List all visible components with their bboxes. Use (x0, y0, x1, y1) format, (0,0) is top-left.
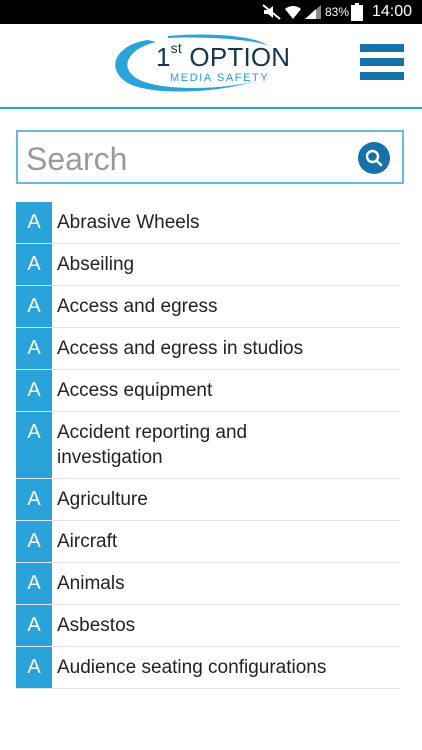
wifi-icon (284, 0, 302, 24)
list-item-label: Audience seating configurations (57, 657, 327, 678)
battery-icon (351, 0, 363, 24)
letter-badge: A (16, 647, 52, 688)
list-item[interactable]: A Access equipment (16, 370, 400, 412)
mute-icon (262, 0, 282, 24)
letter-badge: A (16, 605, 52, 646)
battery-percent: 83% (325, 5, 350, 19)
list-item-label: Access and egress in studios (57, 338, 304, 359)
list-item[interactable]: A Abseiling (16, 244, 400, 286)
search-input[interactable] (24, 138, 348, 180)
letter-badge: A (16, 412, 52, 478)
list-item[interactable]: A Accident reporting and investigation (16, 412, 400, 479)
search-button[interactable] (358, 142, 390, 174)
letter-badge: A (16, 563, 52, 604)
logo-brand-text: 1st OPTION (156, 40, 291, 72)
logo[interactable]: 1st OPTION MEDIA SAFETY (108, 32, 291, 96)
search-box (16, 130, 404, 184)
list-item[interactable]: A Abrasive Wheels (16, 202, 400, 244)
app-header: 1st OPTION MEDIA SAFETY (0, 24, 422, 109)
list-item[interactable]: A Animals (16, 563, 400, 605)
list-item-label: Access equipment (57, 380, 213, 401)
list-item[interactable]: A Access and egress in studios (16, 328, 400, 370)
letter-badge: A (16, 479, 52, 520)
hamburger-menu-icon[interactable] (360, 44, 404, 80)
list-item[interactable]: A Aircraft (16, 521, 400, 563)
list-item[interactable]: A Asbestos (16, 605, 400, 647)
list-item-label: Asbestos (57, 615, 136, 636)
list-item-label: Agriculture (57, 489, 148, 510)
topic-list: A Abrasive Wheels A Abseiling A Access a… (16, 202, 400, 689)
list-item-label: Aircraft (57, 531, 118, 552)
search-icon (365, 149, 383, 167)
letter-badge: A (16, 244, 52, 285)
letter-badge: A (16, 521, 52, 562)
letter-badge: A (16, 202, 52, 243)
logo-tagline: MEDIA SAFETY (170, 72, 270, 84)
list-item[interactable]: A Audience seating configurations (16, 647, 400, 689)
letter-badge: A (16, 286, 52, 327)
list-item-label: Abrasive Wheels (57, 212, 200, 233)
clock: 14:00 (371, 3, 412, 20)
letter-badge: A (16, 370, 52, 411)
signal-icon (304, 0, 322, 24)
list-item[interactable]: A Access and egress (16, 286, 400, 328)
list-item-label: Access and egress (57, 296, 218, 317)
list-item[interactable]: A Agriculture (16, 479, 400, 521)
list-item-label: Animals (57, 573, 125, 594)
list-item-label: Accident reporting and investigation (57, 422, 248, 468)
letter-badge: A (16, 328, 52, 369)
list-item-label: Abseiling (57, 254, 135, 275)
status-bar: 83% 14:00 (0, 0, 422, 24)
